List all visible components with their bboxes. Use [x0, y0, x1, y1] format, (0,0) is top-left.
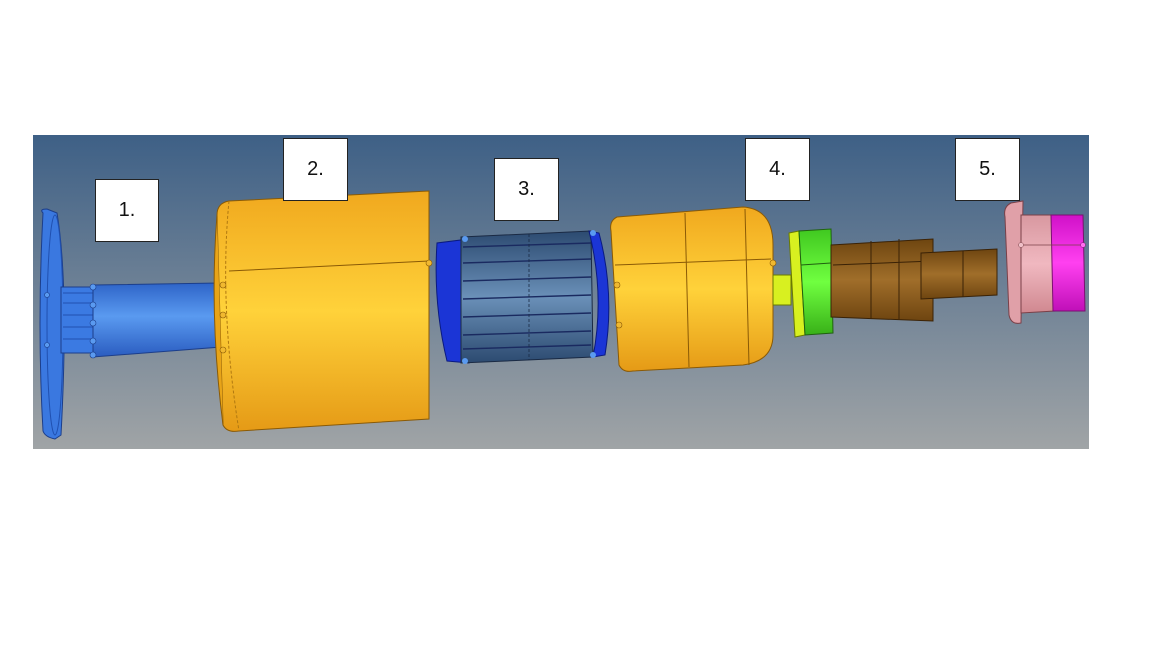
part3-rotor[interactable] [435, 230, 610, 364]
callout-label-3: 3. [494, 158, 559, 221]
callout-text-2: 2. [307, 158, 324, 180]
exploded-assembly-view [33, 135, 1089, 449]
callout-label-5: 5. [955, 138, 1020, 201]
callout-label-4: 4. [745, 138, 810, 201]
callout-text-1: 1. [118, 199, 136, 221]
callout-text-3: 3. [518, 178, 535, 200]
callout-label-2: 2. [283, 138, 348, 201]
part2-housing[interactable] [213, 190, 433, 432]
callout-label-1: 1. [95, 179, 159, 242]
callout-text-4: 4. [769, 158, 786, 180]
cad-viewport[interactable] [33, 135, 1089, 449]
part4-end-housing[interactable] [610, 206, 777, 372]
part5-end-cap[interactable] [1004, 200, 1086, 324]
callout-text-5: 5. [979, 158, 996, 180]
